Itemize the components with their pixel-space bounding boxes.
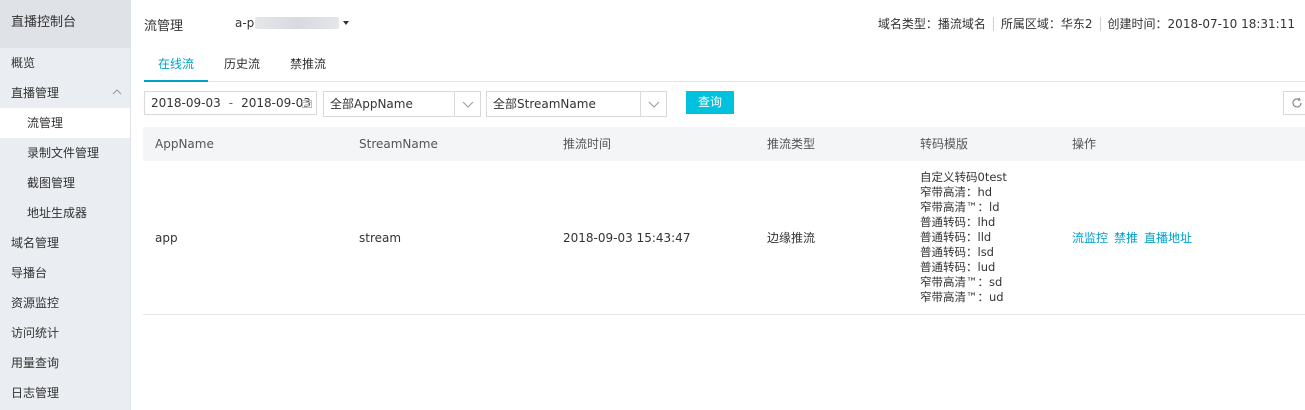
sidebar-item-director[interactable]: 导播台: [0, 258, 130, 288]
appname-select[interactable]: 全部AppName: [323, 91, 481, 117]
domain-prefix: a-p: [235, 16, 255, 30]
sidebar-item-resource-monitor[interactable]: 资源监控: [0, 288, 130, 318]
streamname-select-value: 全部StreamName: [493, 97, 596, 111]
stream-monitor-link[interactable]: 流监控: [1072, 231, 1108, 245]
template-item: 普通转码：lud: [920, 260, 996, 274]
template-item: 窄带高清™：ld: [920, 200, 1000, 214]
streamname-select[interactable]: 全部StreamName: [486, 91, 667, 117]
divider: [1099, 16, 1101, 31]
template-item: 普通转码：lhd: [920, 215, 996, 229]
sidebar-title: 直播控制台: [0, 0, 130, 48]
sidebar-item-usage-query[interactable]: 用量查询: [0, 348, 130, 378]
col-streamname: StreamName: [359, 137, 438, 151]
table-row: app stream 2018-09-03 15:43:47 边缘推流 自定义转…: [143, 161, 1305, 315]
sidebar-item-recording-files[interactable]: 录制文件管理: [0, 138, 130, 168]
sidebar: 直播控制台 概览 直播管理 流管理 录制文件管理 截图管理 地址生成器 域名管理…: [0, 0, 131, 410]
ban-push-link[interactable]: 禁推: [1114, 231, 1138, 245]
created-time: 创建时间：2018-07-10 18:31:11: [1107, 17, 1295, 31]
tab-banned-streams[interactable]: 禁推流: [276, 52, 340, 82]
domain-meta: 域名类型：播流域名 所属区域：华东2 创建时间：2018-07-10 18:31…: [878, 15, 1295, 32]
top-bar: 流管理 a-p 域名类型：播流域名 所属区域：华东2 创建时间：2018-07-…: [131, 0, 1305, 46]
cell-push-type: 边缘推流: [767, 231, 816, 245]
tab-history-streams[interactable]: 历史流: [210, 52, 274, 82]
refresh-icon: [1292, 97, 1302, 108]
refresh-button[interactable]: [1283, 91, 1305, 115]
tab-bar: 在线流 历史流 禁推流: [144, 52, 1305, 82]
template-item: 窄带高清™：ud: [920, 290, 1004, 304]
appname-select-value: 全部AppName: [330, 97, 413, 111]
template-item: 普通转码：lld: [920, 230, 992, 244]
cell-streamname: stream: [359, 231, 402, 245]
col-transcode-template: 转码模版: [920, 137, 969, 151]
sidebar-item-label: 直播管理: [11, 86, 60, 100]
col-actions: 操作: [1072, 137, 1097, 151]
cell-transcode-templates: 自定义转码0test 窄带高清：hd 窄带高清™：ld 普通转码：lhd 普通转…: [920, 170, 1007, 305]
sidebar-item-access-stats[interactable]: 访问统计: [0, 318, 130, 348]
filter-bar: 2018-09-03-2018-09-03 全部AppName 全部Stream…: [144, 91, 1305, 117]
main-content: 流管理 a-p 域名类型：播流域名 所属区域：华东2 创建时间：2018-07-…: [131, 0, 1305, 410]
tab-online-streams[interactable]: 在线流: [144, 52, 208, 82]
template-item: 自定义转码0test: [920, 170, 1007, 184]
sidebar-item-address-generator[interactable]: 地址生成器: [0, 198, 130, 228]
template-item: 窄带高清™：sd: [920, 275, 1003, 289]
domain-type: 域名类型：播流域名: [877, 17, 986, 31]
sidebar-item-domain-management[interactable]: 域名管理: [0, 228, 130, 258]
col-appname: AppName: [155, 137, 214, 151]
divider: [992, 16, 994, 31]
region: 所属区域：华东2: [1000, 17, 1093, 31]
page-title: 流管理: [144, 19, 184, 34]
template-item: 窄带高清：hd: [920, 185, 993, 199]
sidebar-item-stream-management[interactable]: 流管理: [0, 108, 130, 138]
col-push-type: 推流类型: [767, 137, 816, 151]
cell-actions: 流监控 禁推 直播地址: [1072, 161, 1198, 315]
chevron-down-icon: [648, 101, 660, 108]
chevron-up-icon: [112, 89, 122, 95]
query-button[interactable]: 查询: [686, 91, 734, 114]
sidebar-item-log-management[interactable]: 日志管理: [0, 378, 130, 408]
cell-push-time: 2018-09-03 15:43:47: [563, 231, 691, 245]
date-start: 2018-09-03: [151, 96, 221, 110]
caret-down-icon: [343, 21, 350, 25]
chevron-down-icon: [462, 101, 474, 108]
sidebar-item-live-management[interactable]: 直播管理: [0, 78, 130, 108]
template-item: 普通转码：lsd: [920, 245, 994, 259]
stream-table: AppName StreamName 推流时间 推流类型 转码模版 操作 app…: [143, 127, 1305, 315]
sidebar-item-overview[interactable]: 概览: [0, 48, 130, 78]
domain-select[interactable]: a-p: [235, 16, 350, 30]
sidebar-item-screenshots[interactable]: 截图管理: [0, 168, 130, 198]
col-push-time: 推流时间: [563, 137, 612, 151]
date-separator: -: [228, 96, 234, 110]
table-header: AppName StreamName 推流时间 推流类型 转码模版 操作: [143, 127, 1305, 161]
live-address-link[interactable]: 直播地址: [1144, 231, 1192, 245]
date-end: 2018-09-03: [241, 96, 311, 110]
cell-appname: app: [155, 231, 178, 245]
date-range-picker[interactable]: 2018-09-03-2018-09-03: [144, 91, 317, 115]
domain-redacted: [255, 17, 340, 29]
calendar-icon: [302, 100, 312, 108]
